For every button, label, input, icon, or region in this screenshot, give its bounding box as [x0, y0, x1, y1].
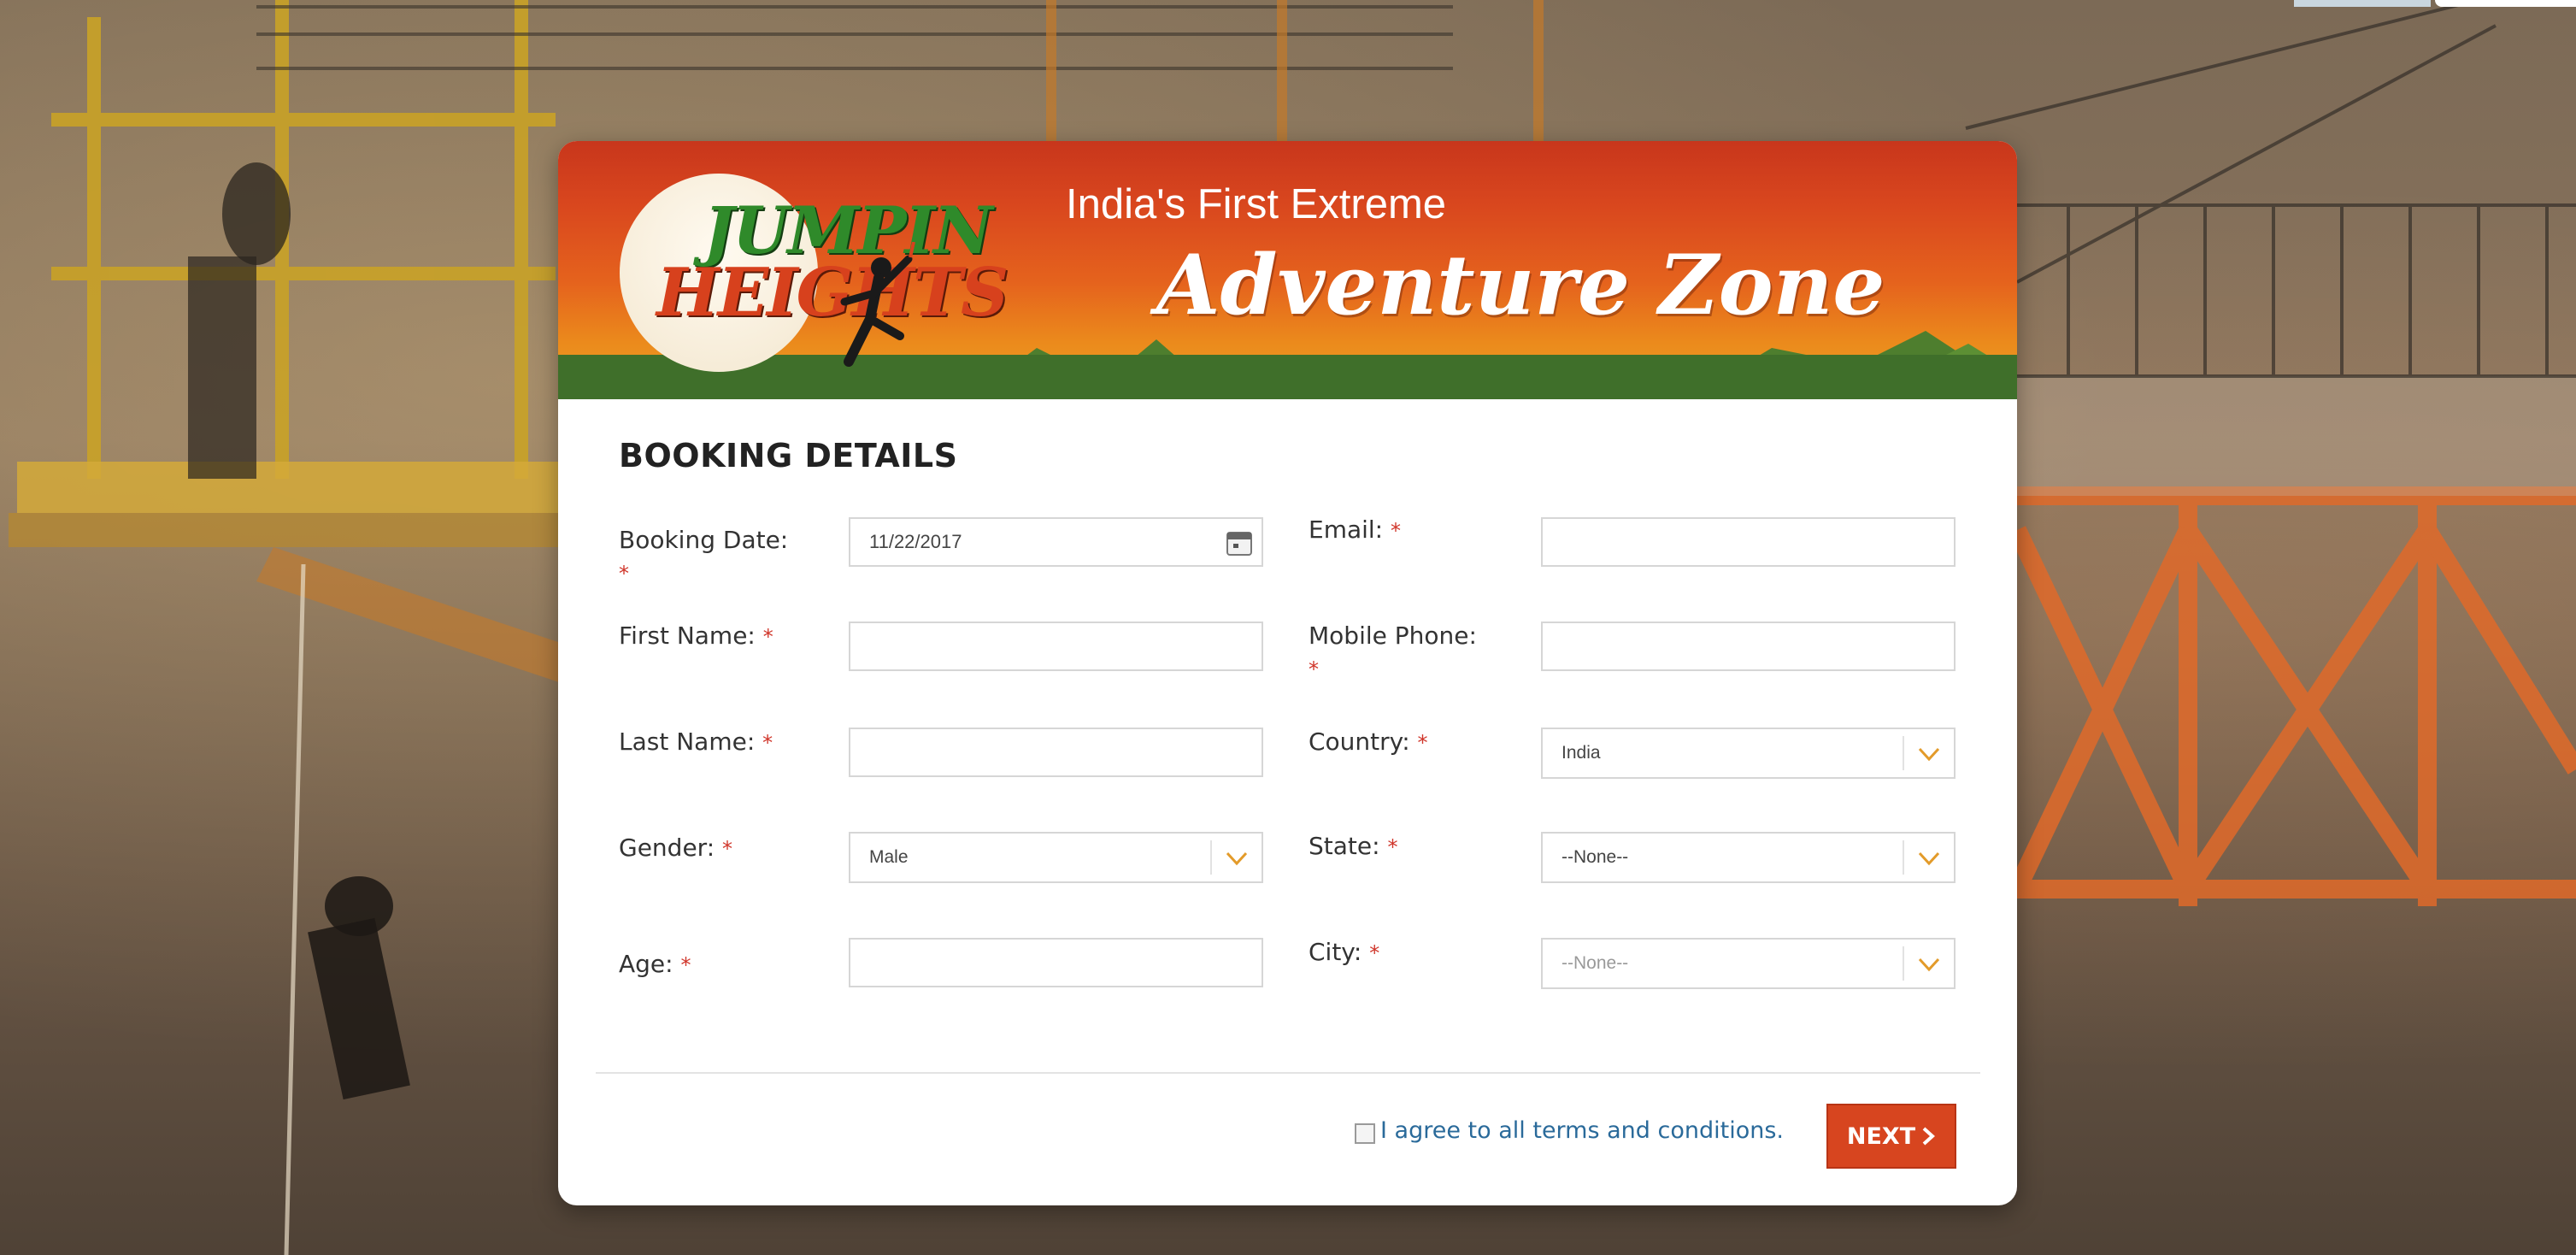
chevron-down-icon[interactable]	[1916, 743, 1942, 765]
terms-label[interactable]: I agree to all terms and conditions.	[1380, 1117, 1784, 1144]
required-mark: *	[762, 625, 773, 649]
gender-select[interactable]: Male	[849, 832, 1263, 883]
next-button-label: NEXT	[1846, 1122, 1916, 1150]
gender-selected-value: Male	[869, 847, 909, 867]
booking-date-value: 11/22/2017	[869, 531, 962, 552]
age-field[interactable]	[849, 938, 1263, 987]
select-divider	[1210, 840, 1212, 875]
country-label-text: Country:	[1309, 728, 1410, 756]
city-label: City: *	[1309, 936, 1379, 969]
browser-tab-strip-right	[2435, 0, 2576, 7]
country-selected-value: India	[1561, 743, 1601, 763]
age-label: Age: *	[619, 948, 691, 981]
chevron-down-icon[interactable]	[1916, 953, 1942, 975]
booking-date-label: Booking Date: *	[619, 524, 788, 590]
form-title: BOOKING DETAILS	[619, 437, 958, 474]
browser-tab-strip	[2294, 0, 2431, 7]
last-name-field[interactable]	[849, 728, 1263, 777]
chevron-right-icon	[1922, 1127, 1936, 1146]
banner-green-strip	[558, 355, 2017, 399]
select-divider	[1903, 946, 1904, 981]
city-selected-value: --None--	[1561, 953, 1629, 973]
last-name-label: Last Name: *	[619, 726, 773, 759]
required-mark: *	[722, 837, 733, 861]
tagline-top: India's First Extreme	[1066, 181, 1447, 227]
chevron-down-icon[interactable]	[1916, 847, 1942, 869]
required-mark: *	[1387, 835, 1398, 859]
terms-checkbox[interactable]	[1355, 1123, 1375, 1144]
state-selected-value: --None--	[1561, 847, 1629, 867]
gender-label: Gender: *	[619, 832, 732, 865]
state-label: State: *	[1309, 830, 1397, 863]
required-mark: *	[762, 731, 773, 755]
city-label-text: City:	[1309, 938, 1362, 966]
email-label: Email: *	[1309, 514, 1401, 547]
mobile-phone-field[interactable]	[1541, 622, 1956, 671]
booking-date-field[interactable]: 11/22/2017	[849, 517, 1263, 567]
required-mark: *	[680, 953, 691, 977]
required-mark: *	[1391, 519, 1402, 543]
select-divider	[1903, 840, 1904, 875]
first-name-field[interactable]	[849, 622, 1263, 671]
required-mark: *	[1417, 731, 1428, 755]
gender-label-text: Gender:	[619, 834, 715, 862]
tagline-main: Adventure Zone	[1156, 237, 1885, 333]
required-mark: *	[1369, 941, 1380, 965]
header-banner: JUMPIN HEIGHTS India's First Extreme Adv…	[558, 141, 2017, 399]
first-name-label-text: First Name:	[619, 622, 756, 650]
booking-date-label-text: Booking Date:	[619, 526, 789, 554]
country-label: Country: *	[1309, 726, 1428, 759]
city-select[interactable]: --None--	[1541, 938, 1956, 989]
email-field[interactable]	[1541, 517, 1956, 567]
state-label-text: State:	[1309, 832, 1380, 860]
age-label-text: Age:	[619, 950, 673, 978]
required-mark: *	[1309, 657, 1319, 681]
form-divider	[596, 1072, 1980, 1074]
state-select[interactable]: --None--	[1541, 832, 1956, 883]
email-label-text: Email:	[1309, 516, 1384, 544]
select-divider	[1903, 736, 1904, 770]
jumper-figure-icon	[840, 242, 915, 367]
chevron-down-icon[interactable]	[1224, 847, 1250, 869]
mobile-phone-label: Mobile Phone: *	[1309, 620, 1477, 686]
booking-card: JUMPIN HEIGHTS India's First Extreme Adv…	[558, 141, 2017, 1205]
calendar-icon[interactable]	[1226, 529, 1253, 557]
first-name-label: First Name: *	[619, 620, 773, 653]
next-button[interactable]: NEXT	[1826, 1104, 1956, 1169]
last-name-label-text: Last Name:	[619, 728, 756, 756]
country-select[interactable]: India	[1541, 728, 1956, 779]
mobile-phone-label-text: Mobile Phone:	[1309, 622, 1477, 650]
required-mark: *	[619, 562, 629, 586]
